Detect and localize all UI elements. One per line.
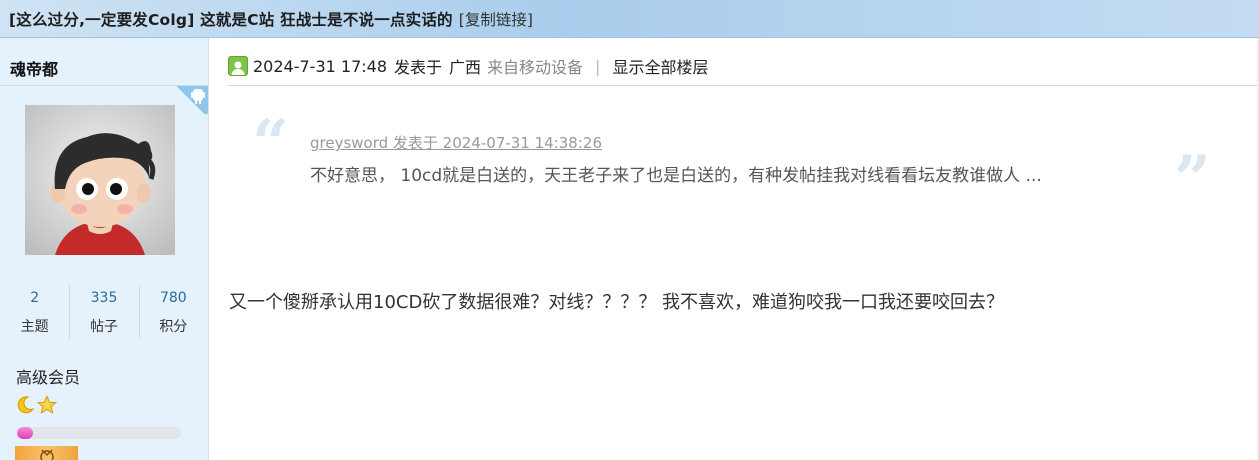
stat-threads-value: 2 (30, 290, 40, 306)
rank-icons (15, 395, 57, 415)
quote-author-link[interactable]: greysword 发表于 2024-07-31 14:38:26 (310, 132, 602, 153)
medal-icon[interactable] (15, 446, 78, 460)
username[interactable]: 魂帝都 (10, 56, 58, 80)
moon-icon (17, 396, 35, 414)
post-meta: 2024-7-31 17:48 发表于 广西 来自移动设备 | 显示全部楼层 (228, 48, 1259, 84)
user-rank[interactable]: 高级会员 (16, 364, 80, 388)
post-body: 又一个傻掰承认用10CD砍了数据很难？对线？？？？ 我不喜欢，难道狗咬我一口我还… (229, 292, 1005, 313)
quote-close-icon: ” (1174, 142, 1211, 217)
user-stats: 2 主题 335 帖子 780 积分 (0, 283, 208, 341)
stat-points-value: 780 (159, 290, 187, 306)
star-icon (37, 395, 57, 414)
mobile-badge-icon (172, 86, 208, 114)
post-timestamp: 2024-7-31 17:48 (253, 56, 387, 76)
user-info-panel: 魂帝都 2 主题 335 帖子 780 积分 高级会员 (0, 38, 209, 460)
post-location: 广西 (449, 58, 482, 77)
stat-points-label: 积分 (159, 319, 188, 335)
stat-posts-label: 帖子 (89, 319, 118, 335)
level-progress-fill (17, 427, 34, 439)
posted-at-label: 发表于 (394, 58, 443, 77)
thread-title-bar: [这么过分,一定要发Colg] 这就是C站 狂战士是不说一点实话的 [复制链接] (0, 0, 1259, 38)
thread-title: [这么过分,一定要发Colg] 这就是C站 狂战士是不说一点实话的 (9, 10, 453, 29)
stat-points[interactable]: 780 积分 (138, 283, 208, 341)
quote-text: 不好意思， 10cd就是白送的，天王老子来了也是白送的，有种发帖挂我对线看看坛友… (310, 166, 1042, 186)
online-user-icon (228, 56, 248, 76)
stat-posts[interactable]: 335 帖子 (69, 283, 138, 341)
stat-posts-value: 335 (90, 290, 118, 306)
copy-link-button[interactable]: [复制链接] (459, 8, 533, 30)
avatar[interactable] (25, 105, 175, 255)
stat-threads[interactable]: 2 主题 (0, 283, 69, 341)
divider (228, 85, 1259, 86)
stat-threads-label: 主题 (20, 319, 49, 335)
meta-divider: | (595, 56, 601, 76)
level-progress-bar (17, 427, 181, 439)
quote-open-icon: “ (252, 106, 289, 181)
show-all-floors-link[interactable]: 显示全部楼层 (612, 54, 708, 78)
post-device: 来自移动设备 (487, 58, 584, 77)
